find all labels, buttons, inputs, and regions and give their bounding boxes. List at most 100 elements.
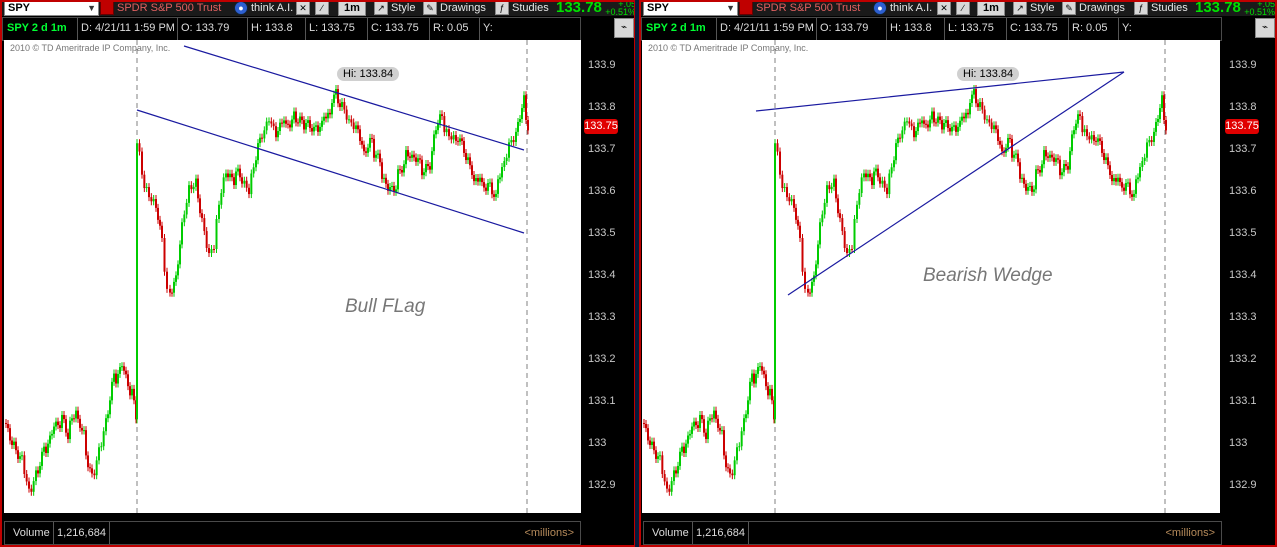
candle-body: [995, 125, 997, 130]
candle-body: [311, 128, 313, 132]
candle-body: [138, 143, 141, 152]
candle-body: [371, 137, 373, 139]
think-ai-icon: ●: [234, 1, 248, 16]
price-plot[interactable]: 2010 © TD Ameritrade IP Company, Inc. Hi…: [642, 40, 1220, 513]
pencil-icon: ✎: [423, 1, 437, 16]
candle-body: [301, 116, 303, 121]
crosshair-tool[interactable]: ✕: [296, 0, 313, 16]
candle-body: [352, 122, 355, 130]
candle-body: [647, 428, 649, 441]
candle-body: [505, 157, 508, 162]
studies-button[interactable]: ƒ Studies: [495, 0, 549, 16]
price-tick-label: 133.8: [1229, 101, 1257, 113]
candle-body: [643, 423, 645, 424]
think-ai-button[interactable]: ● think A.I.: [234, 0, 293, 16]
chart-settings-icon[interactable]: ⌁: [614, 18, 634, 38]
candle-body: [1069, 151, 1071, 170]
symbol-input[interactable]: SPY ▼: [643, 1, 738, 16]
candle-body: [659, 455, 661, 457]
candle-body: [860, 177, 863, 194]
candle-body: [363, 144, 365, 152]
candle-body: [788, 197, 791, 202]
candle-body: [1025, 183, 1027, 191]
price-tick-label: 133.2: [588, 353, 616, 365]
link-tool[interactable]: ∕: [956, 0, 973, 16]
candle-body: [693, 421, 695, 427]
candle-body: [279, 122, 281, 132]
candle-body: [651, 441, 653, 446]
candle-body: [1165, 119, 1167, 131]
chart-settings-icon[interactable]: ⌁: [1255, 18, 1275, 38]
chevron-down-icon[interactable]: ▼: [87, 2, 96, 15]
candle-body: [218, 204, 220, 219]
candle-body: [427, 164, 429, 167]
style-button[interactable]: ↗ Style: [1013, 0, 1054, 16]
candle-body: [846, 247, 848, 254]
chevron-down-icon[interactable]: ▼: [726, 2, 735, 15]
candle-body: [23, 455, 26, 475]
candle-body: [953, 125, 955, 127]
candle-body: [804, 271, 806, 289]
candle-body: [233, 177, 235, 186]
interval-button[interactable]: 1m: [977, 1, 1005, 16]
studies-button[interactable]: ƒ Studies: [1134, 0, 1188, 16]
candle-body: [811, 281, 813, 293]
candle-body: [355, 125, 357, 130]
candle-body: [986, 119, 988, 121]
link-tool[interactable]: ∕: [315, 0, 332, 16]
candle-body: [275, 126, 277, 138]
candle-body: [297, 122, 299, 124]
candle-body: [711, 418, 713, 420]
candle-body: [941, 120, 943, 130]
candle-body: [129, 386, 131, 396]
divider: [53, 522, 54, 544]
candle-body: [1037, 169, 1039, 171]
candle-body: [525, 95, 527, 120]
candle-body: [699, 414, 701, 428]
candle-body: [307, 120, 309, 123]
candle-body: [927, 124, 929, 128]
candle-body: [1103, 152, 1105, 161]
candle-body: [931, 111, 933, 120]
drawings-button[interactable]: ✎ Drawings: [1062, 0, 1125, 16]
candle-body: [1099, 138, 1101, 141]
drawings-button[interactable]: ✎ Drawings: [423, 0, 486, 16]
interval-button[interactable]: 1m: [338, 1, 366, 16]
candle-body: [1073, 130, 1075, 135]
candle-body: [873, 171, 875, 186]
candle-body: [939, 116, 941, 121]
candle-body: [305, 122, 307, 130]
bar-high: H: 133.8: [251, 22, 293, 34]
studies-label: Studies: [1151, 2, 1188, 14]
candle-body: [1021, 177, 1023, 179]
candle-body: [715, 410, 717, 419]
candle-body: [281, 122, 283, 124]
candle-body: [923, 120, 925, 124]
symbol-input[interactable]: SPY ▼: [4, 1, 99, 16]
candle-body: [252, 167, 255, 174]
candle-body: [937, 116, 939, 123]
candle-body: [713, 410, 715, 419]
price-axis[interactable]: 133.75 133.9 133.8 133.7 133.6 133.5 133.4 133…: [582, 40, 634, 513]
price-plot[interactable]: 2010 © TD Ameritrade IP Company, Inc. Hi…: [4, 40, 581, 513]
crosshair-icon: ✕: [937, 1, 951, 16]
candle-body: [951, 126, 953, 132]
candle-body: [856, 204, 858, 219]
divider: [479, 18, 480, 40]
price-tick-label: 133.1: [588, 395, 616, 407]
chart-symbol[interactable]: SPY 2 d 1m: [7, 22, 67, 34]
wedge-lower-trendline: [787, 71, 1125, 296]
chart-symbol[interactable]: SPY 2 d 1m: [646, 22, 706, 34]
crosshair-tool[interactable]: ✕: [937, 0, 954, 16]
style-button[interactable]: ↗ Style: [374, 0, 415, 16]
think-ai-button[interactable]: ● think A.I.: [873, 0, 932, 16]
candle-body: [289, 124, 291, 128]
candle-body: [1031, 185, 1033, 192]
security-name: SPDR S&P 500 Trust: [739, 0, 860, 16]
candle-body: [41, 451, 43, 466]
price-tick-label: 133.3: [588, 311, 616, 323]
change-block: +.05 +0.51%: [600, 0, 636, 17]
candle-body: [248, 187, 250, 195]
candle-body: [439, 114, 441, 124]
price-axis[interactable]: 133.75 133.9 133.8 133.7 133.6 133.5 133.4 133…: [1223, 40, 1275, 513]
